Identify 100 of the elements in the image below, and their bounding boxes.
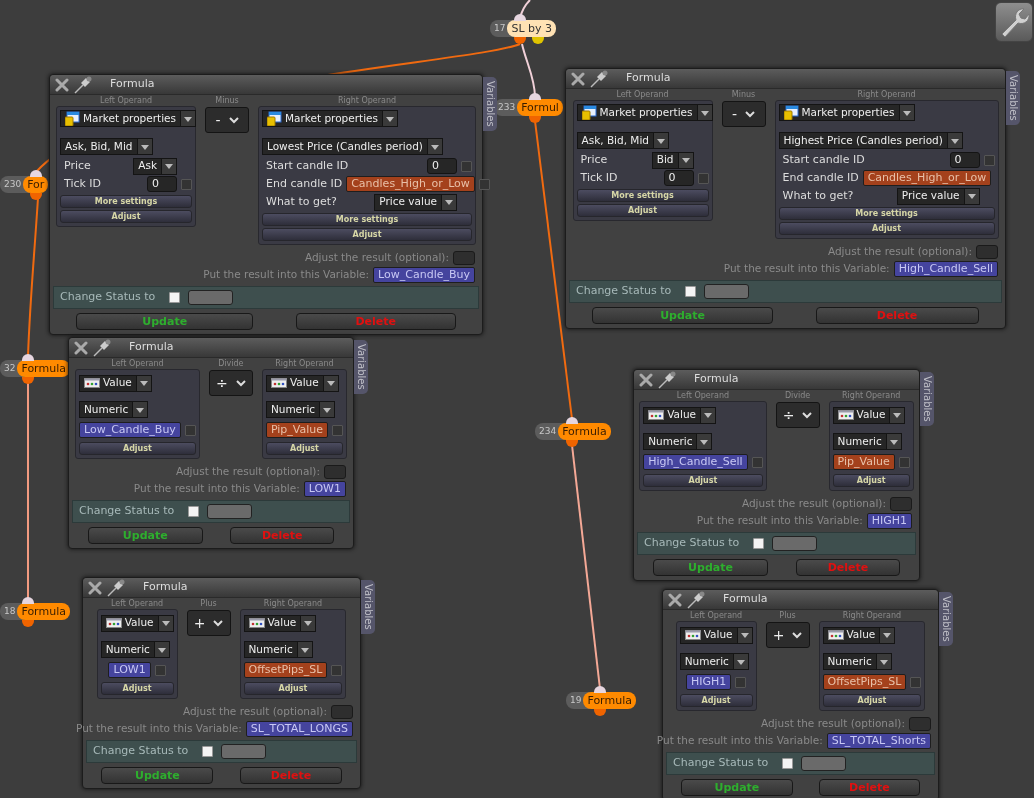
checkbox[interactable] bbox=[697, 172, 709, 184]
input-port[interactable] bbox=[594, 686, 606, 693]
checkbox[interactable] bbox=[478, 178, 490, 190]
dropdown[interactable]: Highest Price (Candles period) bbox=[778, 132, 963, 150]
status-checkbox[interactable] bbox=[188, 506, 200, 517]
input-port[interactable] bbox=[22, 597, 34, 604]
pin-icon[interactable] bbox=[590, 69, 609, 88]
dropdown[interactable]: Ask, Bid, Mid bbox=[60, 138, 153, 156]
operand-button[interactable]: Adjust bbox=[643, 474, 763, 487]
dropdown[interactable]: Value bbox=[79, 374, 152, 392]
result-variable-tag[interactable]: SL_TOTAL_LONGS bbox=[245, 720, 353, 737]
variable-tag[interactable]: Pip_Value bbox=[832, 454, 895, 470]
update-button[interactable]: Update bbox=[652, 559, 769, 576]
title-bar[interactable]: Formula bbox=[83, 578, 360, 598]
result-variable-tag[interactable]: Low_Candle_Buy bbox=[373, 266, 475, 283]
operand-button[interactable]: Adjust bbox=[778, 222, 995, 235]
close-icon[interactable] bbox=[88, 580, 102, 595]
dropdown[interactable]: Numeric bbox=[100, 641, 170, 659]
dropdown[interactable]: Market properties bbox=[778, 104, 915, 121]
status-checkbox[interactable] bbox=[169, 292, 181, 303]
dropdown[interactable]: Market properties bbox=[60, 110, 196, 127]
dropdown[interactable]: Numeric bbox=[79, 401, 149, 419]
status-color-field[interactable] bbox=[188, 290, 234, 305]
variables-tab[interactable]: Variables bbox=[483, 77, 497, 131]
variable-tag[interactable]: OffsetPips_SL bbox=[822, 674, 907, 690]
variables-tab[interactable]: Variables bbox=[361, 580, 375, 634]
status-color-field[interactable] bbox=[772, 536, 818, 551]
variable-tag[interactable]: Pip_Value bbox=[265, 422, 328, 438]
title-bar[interactable]: Formula bbox=[663, 590, 938, 610]
dropdown[interactable]: Numeric bbox=[832, 433, 902, 451]
checkbox[interactable] bbox=[751, 456, 763, 468]
dropdown[interactable]: Price value bbox=[374, 193, 457, 211]
dropdown[interactable]: Ask, Bid, Mid bbox=[576, 132, 669, 150]
status-color-field[interactable] bbox=[704, 284, 750, 299]
operator-dropdown[interactable]: ÷ bbox=[775, 402, 820, 428]
pin-icon[interactable] bbox=[687, 590, 706, 609]
operand-button[interactable]: Adjust bbox=[79, 442, 196, 455]
operand-button[interactable]: Adjust bbox=[832, 474, 910, 487]
dropdown[interactable]: Value bbox=[643, 406, 717, 424]
adjust-field[interactable] bbox=[324, 464, 346, 479]
update-button[interactable]: Update bbox=[76, 313, 254, 330]
pin-icon[interactable] bbox=[74, 75, 93, 94]
output-port[interactable] bbox=[594, 709, 606, 716]
node-label[interactable]: Formul bbox=[517, 99, 563, 116]
status-checkbox[interactable] bbox=[202, 746, 214, 757]
input-port[interactable] bbox=[514, 14, 526, 21]
dropdown[interactable]: Ask bbox=[133, 157, 177, 175]
node-label[interactable]: Formula bbox=[17, 603, 70, 620]
adjust-field[interactable] bbox=[331, 704, 353, 719]
dropdown[interactable]: Value bbox=[100, 614, 174, 632]
operand-button[interactable]: Adjust bbox=[265, 442, 343, 455]
adjust-field[interactable] bbox=[909, 716, 931, 731]
variable-tag[interactable]: LOW1 bbox=[108, 662, 151, 678]
output-port[interactable] bbox=[529, 116, 541, 123]
status-checkbox[interactable] bbox=[782, 758, 794, 769]
variables-tab[interactable]: Variables bbox=[354, 340, 368, 394]
checkbox[interactable] bbox=[181, 178, 192, 190]
dropdown[interactable]: Value bbox=[822, 626, 896, 644]
output-port[interactable] bbox=[22, 377, 34, 384]
input-port[interactable] bbox=[30, 170, 42, 177]
close-icon[interactable] bbox=[571, 71, 585, 86]
status-color-field[interactable] bbox=[207, 504, 253, 519]
variables-tab[interactable]: Variables bbox=[1006, 71, 1020, 125]
output-port[interactable] bbox=[22, 620, 34, 627]
adjust-field[interactable] bbox=[976, 244, 998, 259]
dropdown[interactable]: Market properties bbox=[262, 110, 398, 127]
output-port[interactable] bbox=[532, 37, 544, 44]
pin-icon[interactable] bbox=[658, 370, 677, 389]
status-checkbox[interactable] bbox=[753, 538, 765, 549]
adjust-field[interactable] bbox=[890, 496, 912, 511]
operator-dropdown[interactable]: ÷ bbox=[208, 370, 253, 396]
dropdown[interactable]: Numeric bbox=[679, 653, 749, 671]
settings-button[interactable] bbox=[995, 2, 1033, 42]
dropdown[interactable]: Numeric bbox=[643, 433, 713, 451]
input-port[interactable] bbox=[22, 354, 34, 361]
checkbox[interactable] bbox=[331, 664, 343, 676]
result-variable-tag[interactable]: SL_TOTAL_Shorts bbox=[826, 732, 931, 749]
dropdown[interactable]: Bid bbox=[651, 151, 694, 169]
variable-tag[interactable]: High_Candle_Sell bbox=[643, 454, 748, 470]
close-icon[interactable] bbox=[668, 592, 682, 607]
dropdown[interactable]: Value bbox=[832, 406, 906, 424]
variables-tab[interactable]: Variables bbox=[939, 592, 953, 646]
operand-button[interactable]: Adjust bbox=[243, 682, 343, 695]
variable-tag[interactable]: Candles_High_or_Low bbox=[346, 176, 475, 192]
title-bar[interactable]: Formula bbox=[566, 69, 1005, 89]
dropdown[interactable]: Numeric bbox=[243, 641, 313, 659]
dropdown[interactable]: Lowest Price (Candles period) bbox=[262, 138, 443, 156]
operator-dropdown[interactable]: + bbox=[765, 622, 810, 648]
close-icon[interactable] bbox=[55, 77, 69, 92]
checkbox[interactable] bbox=[332, 424, 343, 436]
variable-tag[interactable]: Candles_High_or_Low bbox=[862, 170, 992, 186]
checkbox[interactable] bbox=[154, 664, 166, 676]
title-bar[interactable]: Formula bbox=[69, 338, 353, 358]
number-field[interactable]: 0 bbox=[949, 152, 980, 168]
operator-dropdown[interactable]: - bbox=[721, 101, 766, 127]
variables-tab[interactable]: Variables bbox=[920, 372, 934, 426]
status-color-field[interactable] bbox=[801, 756, 847, 771]
close-icon[interactable] bbox=[639, 372, 653, 387]
checkbox[interactable] bbox=[910, 676, 922, 688]
operand-button[interactable]: More settings bbox=[60, 195, 192, 208]
